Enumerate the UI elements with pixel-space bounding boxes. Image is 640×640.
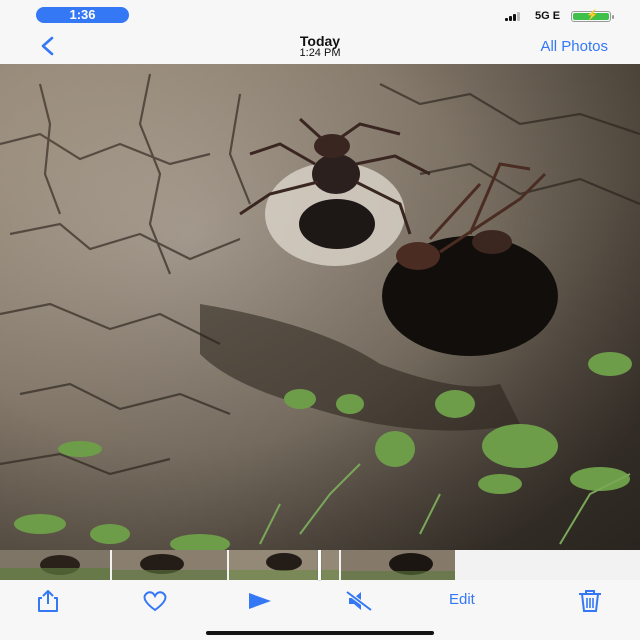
heart-icon[interactable] (140, 589, 170, 613)
share-icon[interactable] (33, 589, 63, 613)
filmstrip-thumbnail[interactable] (0, 550, 110, 580)
battery-charging-icon: ⚡ (571, 10, 614, 22)
all-photos-button[interactable]: All Photos (540, 38, 608, 55)
network-type: 5G E (535, 10, 561, 22)
photo-image (0, 64, 640, 550)
filmstrip[interactable] (0, 550, 640, 580)
speaker-muted-icon[interactable] (344, 589, 374, 613)
video-scrubber-handle[interactable] (318, 550, 321, 580)
filmstrip-thumbnail[interactable] (112, 550, 227, 580)
cell-signal-icon (505, 12, 520, 21)
trash-icon[interactable] (575, 589, 605, 613)
status-bar: 1:36 5G E ⚡ (0, 0, 640, 30)
filmstrip-thumbnail[interactable] (341, 550, 455, 580)
photo-view[interactable] (0, 64, 640, 550)
photos-viewer: 1:36 5G E ⚡ Today 1:24 PM All Photos Edi… (0, 0, 640, 640)
nav-bar: Today 1:24 PM All Photos (0, 30, 640, 64)
edit-button[interactable]: Edit (449, 591, 475, 608)
play-icon[interactable] (244, 589, 274, 613)
home-indicator[interactable] (206, 631, 434, 635)
bottom-toolbar: Edit (0, 580, 640, 640)
filmstrip-thumbnail[interactable] (229, 550, 339, 580)
status-time[interactable]: 1:36 (36, 7, 129, 23)
